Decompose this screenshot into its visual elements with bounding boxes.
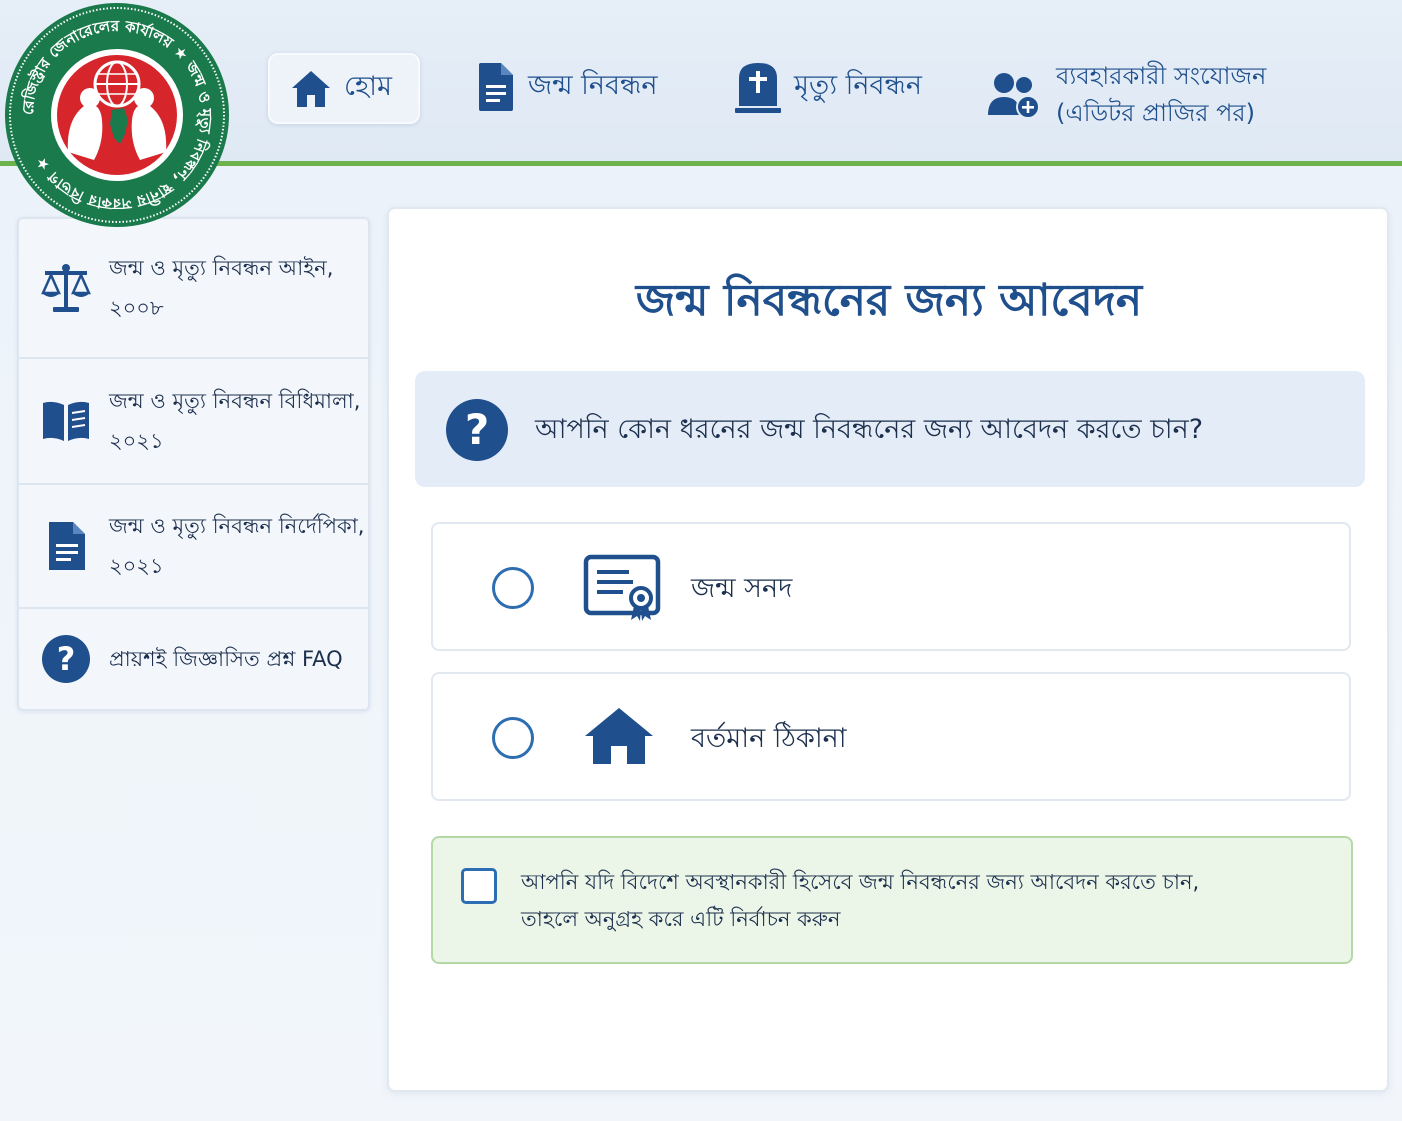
sidebar-item-guideline-2021[interactable]: জন্ম ও মৃত্যু নিবন্ধন নির্দেপিকা, ২০২১ (19, 485, 368, 609)
nav-user-label-line2: (এডিটর প্রাজির পর) (1056, 99, 1255, 127)
sidebar-item-label: প্রায়শই জিজ্ঞাসিত প্রশ্ন FAQ (109, 647, 343, 671)
svg-text:?: ? (57, 640, 76, 678)
certificate-icon (583, 554, 661, 621)
sidebar-item-year: ২০০৮ (109, 296, 164, 320)
nav-death-label: মৃত্যু নিবন্ধন (794, 69, 923, 101)
radio-current-address[interactable] (492, 717, 534, 759)
sidebar-item-rules-2021[interactable]: জন্ম ও মৃত্যু নিবন্ধন বিধিমালা, ২০২১ (19, 359, 368, 485)
document-icon (49, 522, 85, 570)
nav-user-label-line1: ব্যবহারকারী সংযোজন (1056, 62, 1267, 90)
option-current-address[interactable]: বর্তমান ঠিকানা (431, 672, 1351, 801)
book-icon (43, 401, 89, 441)
nav-birth-registration[interactable]: জন্ম নিবন্ধন (476, 62, 658, 112)
nav-death-registration[interactable]: মৃত্যু নিবন্ধন (734, 60, 922, 114)
abroad-checkbox[interactable] (461, 868, 497, 904)
application-card: জন্ম নিবন্ধনের জন্য আবেদন ? আপনি কোন ধরন… (387, 207, 1389, 1092)
option-birth-certificate[interactable]: জন্ম সনদ (431, 522, 1351, 651)
registrar-general-seal-logo[interactable]: রেজিস্ট্রার জেনারেলের কার্যালয় ★ জন্ম ও… (4, 2, 230, 228)
tombstone-cross-icon (735, 63, 781, 113)
nav-home-label: হোম (344, 71, 392, 102)
sidebar-item-law-2008[interactable]: জন্ম ও মৃত্যু নিবন্ধন আইন, ২০০৮ (19, 219, 368, 359)
page-title: জন্ম নিবন্ধনের জন্য আবেদন (635, 275, 1143, 326)
question-icon: ? (42, 635, 90, 683)
sidebar-item-year: ২০২১ (109, 429, 164, 453)
home-icon (585, 708, 653, 764)
add-user-icon (988, 73, 1040, 119)
question-icon: ? (446, 399, 508, 461)
sidebar-item-year: ২০২১ (109, 554, 164, 578)
sidebar-item-label: জন্ম ও মৃত্যু নিবন্ধন নির্দেপিকা, (109, 514, 365, 538)
nav-add-user[interactable]: ব্যবহারকারী সংযোজন (এডিটর প্রাজির পর) (986, 58, 1266, 132)
sidebar-item-label: জন্ম ও মৃত্যু নিবন্ধন বিধিমালা, (109, 389, 361, 413)
nav-birth-label: জন্ম নিবন্ধন (528, 69, 658, 101)
abroad-text-line2: তাহলে অনুগ্রহ করে এটি নির্বাচন করুন (521, 907, 841, 931)
home-icon (292, 70, 330, 107)
sidebar: জন্ম ও মৃত্যু নিবন্ধন আইন, ২০০৮ জন্ম ও ম… (17, 217, 370, 711)
document-icon (479, 63, 513, 111)
option-label: জন্ম সনদ (691, 573, 793, 604)
sidebar-item-label: জন্ম ও মৃত্যু নিবন্ধন আইন, (109, 256, 334, 280)
nav-home[interactable]: হোম (268, 53, 420, 124)
radio-birth-certificate[interactable] (492, 567, 534, 609)
sidebar-item-faq[interactable]: ? প্রায়শই জিজ্ঞাসিত প্রশ্ন FAQ (19, 609, 368, 709)
scale-icon (41, 264, 91, 312)
abroad-applicant-box: আপনি যদি বিদেশে অবস্থানকারী হিসেবে জন্ম … (431, 836, 1353, 964)
question-box: ? আপনি কোন ধরনের জন্ম নিবন্ধনের জন্য আবে… (415, 371, 1365, 487)
option-label: বর্তমান ঠিকানা (691, 723, 847, 754)
question-text: আপনি কোন ধরনের জন্ম নিবন্ধনের জন্য আবেদন… (535, 414, 1204, 445)
abroad-text-line1: আপনি যদি বিদেশে অবস্থানকারী হিসেবে জন্ম … (521, 870, 1200, 894)
svg-text:?: ? (465, 405, 489, 454)
